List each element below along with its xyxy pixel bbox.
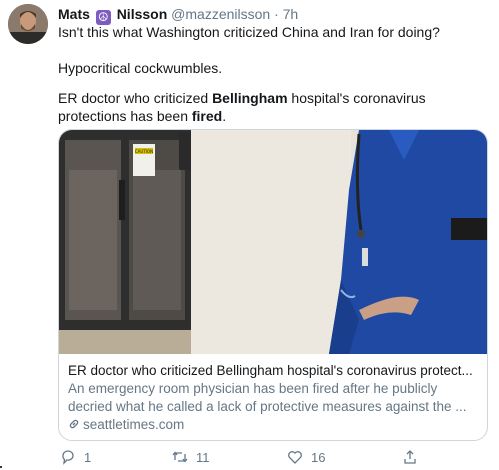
tweet-text-line-3: ER doctor who criticized Bellingham hosp…	[58, 89, 426, 107]
tweet-text-line-2: Hypocritical cockwumbles.	[58, 60, 223, 76]
avatar[interactable]	[8, 4, 48, 44]
card-domain[interactable]: seattletimes.com	[68, 416, 184, 434]
header-separator: ·	[274, 6, 279, 22]
retweet-button[interactable]: 11	[172, 448, 210, 466]
text-segment: ER doctor who criticized	[58, 90, 213, 106]
tweet-header: Mats ☮ Nilsson @mazzenilsson · 7h	[58, 5, 298, 25]
tweet-text-line-1: Isn't this what Washington criticized Ch…	[58, 24, 440, 40]
tweet-timestamp[interactable]: 7h	[283, 6, 299, 22]
display-name-suffix[interactable]: Nilsson	[117, 6, 168, 22]
tweet-text-line-4: protections has been fired.	[58, 107, 226, 125]
user-handle[interactable]: @mazzenilsson	[171, 6, 270, 22]
bold-text: fired	[191, 108, 223, 124]
link-icon	[69, 419, 79, 429]
card-domain-text: seattletimes.com	[83, 417, 185, 432]
display-name[interactable]: Mats	[58, 6, 90, 22]
reply-count: 1	[84, 449, 92, 465]
reply-icon	[62, 450, 74, 465]
retweet-icon	[172, 451, 188, 463]
text-segment: protections has been	[58, 108, 192, 124]
share-icon	[404, 450, 416, 464]
reply-button[interactable]: 1	[60, 448, 91, 466]
like-count: 16	[311, 449, 326, 465]
retweet-count: 11	[196, 449, 210, 465]
like-button[interactable]: 16	[287, 448, 325, 466]
avatar-image	[8, 4, 48, 44]
like-icon	[288, 451, 302, 464]
caution-sign-text: CAUTION	[135, 149, 153, 154]
card-title[interactable]: ER doctor who criticized Bellingham hosp…	[68, 362, 473, 380]
link-preview-card[interactable]: CAUTION ER doctor who criticized Belling…	[58, 129, 488, 441]
card-image: CAUTION	[59, 130, 487, 354]
text-segment: .	[222, 108, 227, 124]
share-button[interactable]	[402, 448, 418, 466]
card-description-line-2: decried what he called a lack of protect…	[68, 399, 467, 414]
text-segment: hospital's coronavirus	[287, 90, 426, 106]
card-description-line-1: An emergency room physician has been fir…	[68, 381, 438, 396]
bold-text: Bellingham	[212, 90, 288, 106]
stray-dot	[0, 466, 2, 468]
